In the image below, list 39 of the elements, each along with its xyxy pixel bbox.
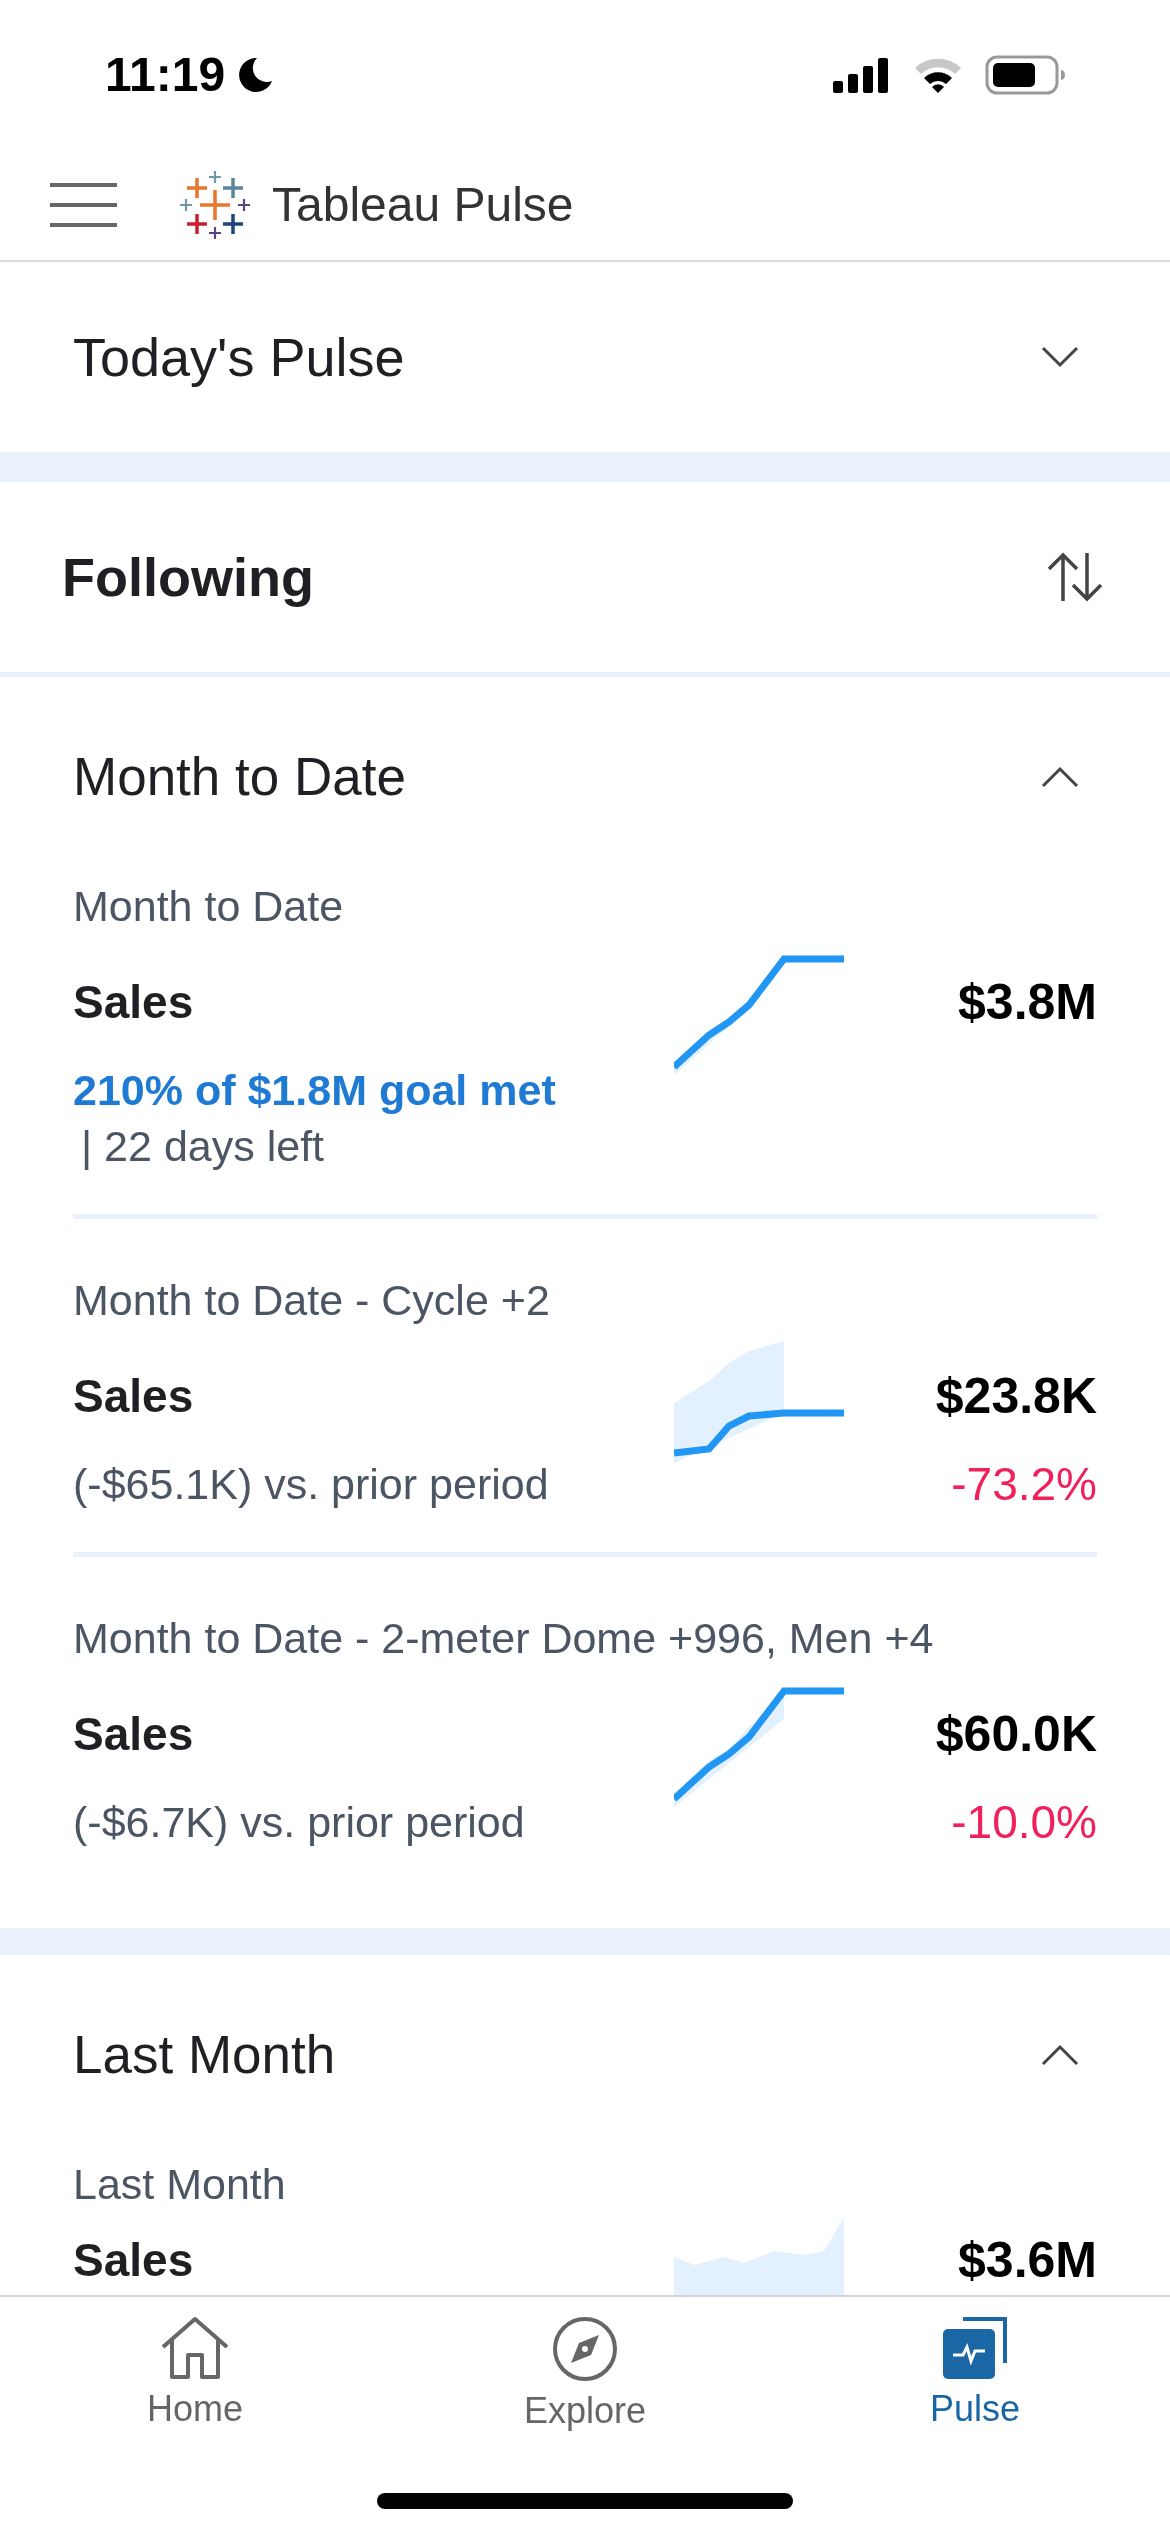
signal-icon [833, 57, 891, 93]
metric-label: Month to Date - Cycle +2 [73, 1275, 551, 1326]
metric-value: $60.0K [935, 1705, 1097, 1764]
pulse-icon [941, 2315, 1009, 2381]
metric-value: $3.6M [958, 2234, 1097, 2286]
chevron-icon[interactable] [1040, 765, 1080, 789]
tab[interactable]: Pulse [780, 2315, 1170, 2433]
menu-button[interactable] [50, 180, 117, 230]
metric-name: Sales [73, 2234, 195, 2286]
tab[interactable]: Explore [390, 2315, 780, 2433]
section-title: Month to Date [73, 746, 406, 809]
chevron-icon[interactable] [1040, 345, 1080, 369]
home-icon [160, 2315, 230, 2381]
change-percent: -73.2% [951, 1458, 1097, 1510]
change-percent: -10.0% [951, 1796, 1097, 1848]
goal-status: 210% of $1.8M goal met [73, 1065, 557, 1116]
metric-label: Month to Date - 2-meter Dome +996, Men +4 [73, 1613, 935, 1664]
status-time: 11:19 [105, 47, 226, 103]
comparison-text: (-$65.1K) vs. prior period [73, 1459, 550, 1510]
wifi-icon [913, 56, 963, 94]
days-left: | 22 days left [80, 1121, 326, 1172]
metric-value: $3.8M [958, 973, 1097, 1032]
chevron-icon[interactable] [1040, 2043, 1080, 2067]
metric-label: Last Month [73, 2159, 287, 2210]
metric-label: Month to Date [73, 881, 345, 932]
comparison-text: (-$6.7K) vs. prior period [73, 1797, 526, 1848]
section-title: Today's Pulse [73, 325, 405, 389]
tab[interactable]: Home [0, 2315, 390, 2433]
logo-icon [180, 170, 250, 240]
metric-name: Sales [73, 975, 195, 1030]
metric-name: Sales [73, 1369, 195, 1424]
metric-value: $23.8K [935, 1367, 1097, 1426]
compass-icon [551, 2315, 619, 2383]
section-heading: Following [62, 545, 314, 609]
battery-icon [985, 55, 1065, 95]
metric-name: Sales [73, 1707, 195, 1762]
section-title: Last Month [73, 2024, 336, 2087]
sort-icon[interactable] [1045, 551, 1105, 603]
app-title: Tableau Pulse [272, 177, 574, 233]
